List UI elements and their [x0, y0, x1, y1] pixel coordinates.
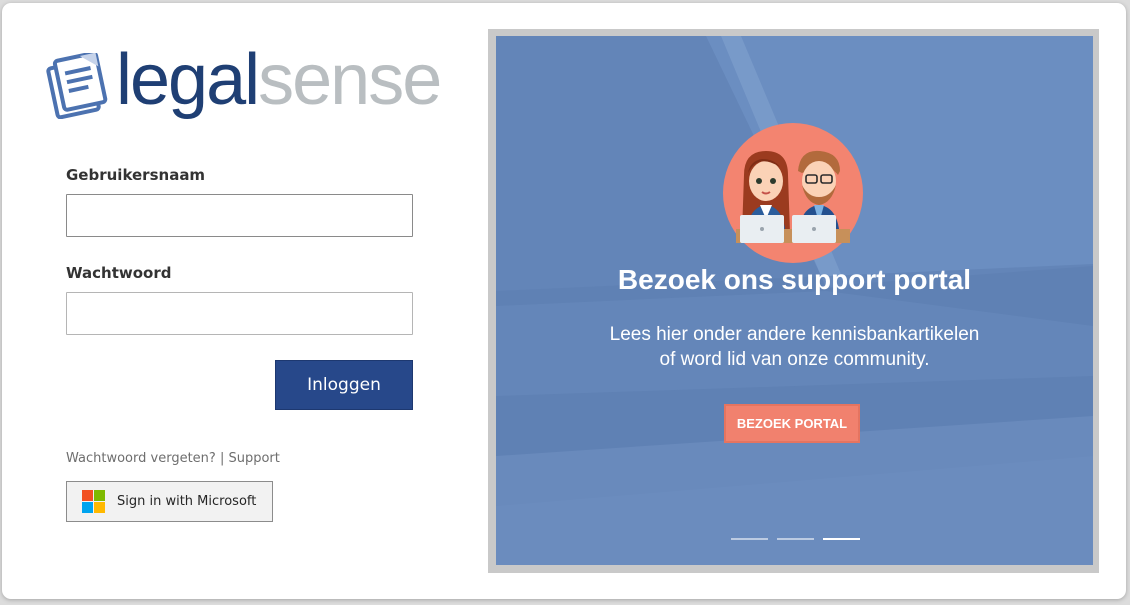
- username-input[interactable]: [66, 194, 413, 237]
- password-input[interactable]: [66, 292, 413, 335]
- password-label: Wachtwoord: [66, 264, 172, 282]
- document-icon: [46, 52, 108, 119]
- promo-title: Bezoek ons support portal: [617, 264, 972, 295]
- promo-subtitle: Lees hier onder andere kennisbankartikel…: [496, 322, 1093, 372]
- promo-subtitle-line2: of word lid van onze community.: [659, 349, 930, 370]
- carousel-dot-2[interactable]: [777, 538, 814, 540]
- visit-portal-button[interactable]: BEZOEK PORTAL: [724, 404, 860, 443]
- promo-subtitle-line1: Lees hier onder andere kennisbankartikel…: [609, 324, 980, 345]
- laptop-background-image: [496, 36, 1093, 565]
- login-button[interactable]: Inloggen: [275, 360, 413, 410]
- support-agents-illustration: [723, 123, 863, 263]
- carousel-dot-1[interactable]: [731, 538, 768, 540]
- logo-text-sense: sense: [258, 39, 442, 120]
- forgot-password-link[interactable]: Wachtwoord vergeten?: [66, 451, 216, 466]
- microsoft-signin-button[interactable]: Sign in with Microsoft: [66, 481, 273, 522]
- support-link[interactable]: Support: [228, 451, 279, 466]
- microsoft-signin-label: Sign in with Microsoft: [117, 494, 257, 509]
- carousel-dot-3[interactable]: [823, 538, 860, 540]
- microsoft-logo-icon: [82, 490, 105, 513]
- help-links: Wachtwoord vergeten? | Support: [66, 451, 280, 466]
- link-separator: |: [219, 451, 225, 466]
- logo-text-legal: legal: [116, 39, 260, 120]
- username-label: Gebruikersnaam: [66, 166, 206, 184]
- carousel-indicators: [731, 538, 860, 540]
- logo-wordmark: legalsense: [116, 44, 442, 116]
- legalsense-logo: legalsense: [46, 44, 442, 123]
- support-promo-slide: Bezoek ons support portal Lees hier onde…: [496, 36, 1093, 565]
